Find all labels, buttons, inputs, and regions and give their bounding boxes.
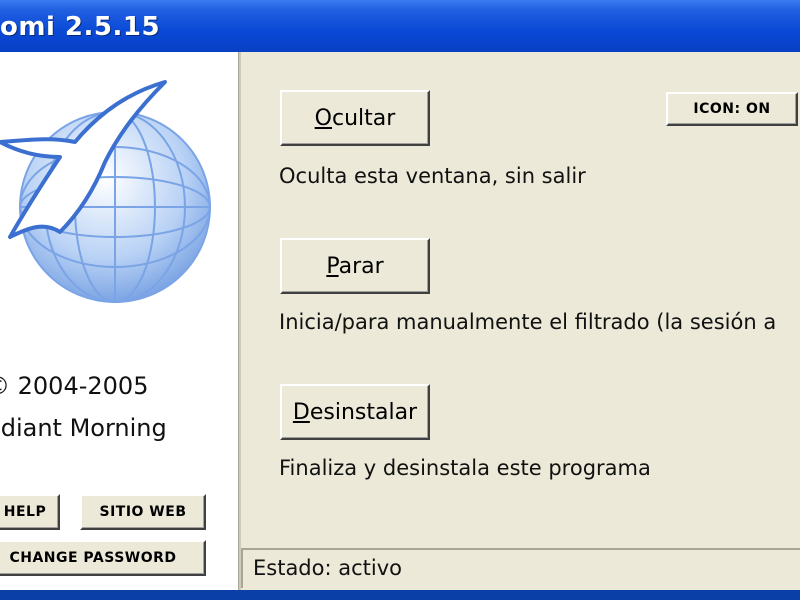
panel-divider bbox=[238, 52, 241, 590]
copyright-text: © 2004-2005 bbox=[0, 372, 149, 400]
icon-toggle-button[interactable]: ICON: ON bbox=[666, 92, 798, 126]
help-button-label: HELP bbox=[3, 504, 47, 520]
hide-description: Oculta esta ventana, sin salir bbox=[279, 164, 586, 188]
uninstall-button-label: Desinstalar bbox=[292, 399, 418, 425]
icon-toggle-label: ICON: ON bbox=[693, 101, 771, 117]
change-password-button[interactable]: CHANGE PASSWORD bbox=[0, 540, 206, 576]
status-text: Estado: activo bbox=[253, 556, 402, 580]
website-button[interactable]: SITIO WEB bbox=[80, 494, 206, 530]
uninstall-button[interactable]: Desinstalar bbox=[280, 384, 430, 440]
uninstall-description: Finaliza y desinstala este programa bbox=[279, 456, 651, 480]
hide-button-label: Ocultar bbox=[314, 105, 396, 131]
website-button-label: SITIO WEB bbox=[99, 504, 187, 520]
window-bottom-frame bbox=[0, 590, 800, 600]
globe-bird-logo bbox=[0, 80, 211, 303]
status-bar: Estado: activo bbox=[241, 548, 800, 588]
left-panel: © 2004-2005 adiant Morning HELP SITIO WE… bbox=[0, 52, 238, 590]
window-title: omi 2.5.15 bbox=[0, 12, 161, 42]
title-bar[interactable]: omi 2.5.15 bbox=[0, 0, 800, 52]
stop-description: Inicia/para manualmente el filtrado (la … bbox=[279, 310, 777, 334]
hide-button[interactable]: Ocultar bbox=[280, 90, 430, 146]
change-password-button-label: CHANGE PASSWORD bbox=[9, 550, 177, 566]
stop-button[interactable]: Parar bbox=[280, 238, 430, 294]
app-window: © 2004-2005 adiant Morning HELP SITIO WE… bbox=[0, 52, 800, 590]
company-name: adiant Morning bbox=[0, 414, 167, 442]
help-button[interactable]: HELP bbox=[0, 494, 60, 530]
stop-button-label: Parar bbox=[326, 253, 384, 279]
